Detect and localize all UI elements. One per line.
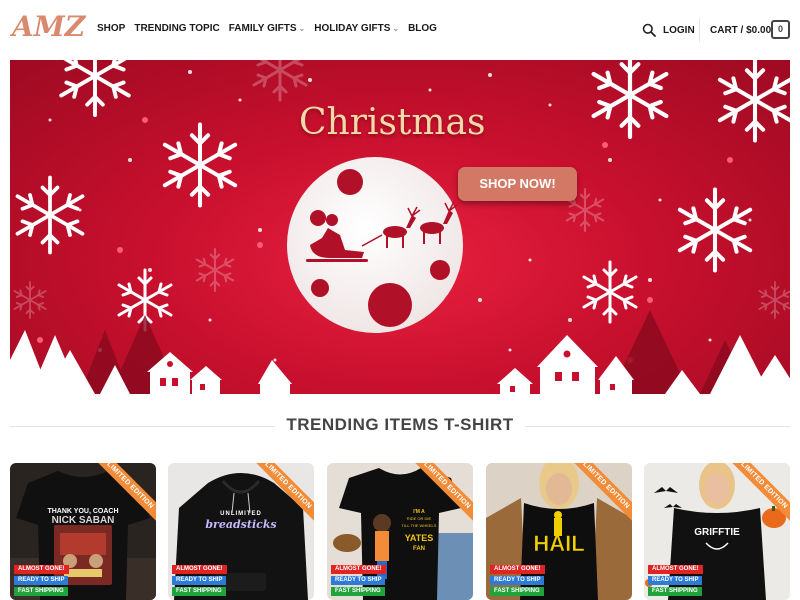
almost-gone-badge: ALMOST GONE! (490, 565, 545, 574)
svg-text:TILL THE WHEELS: TILL THE WHEELS (402, 523, 437, 528)
product-card[interactable]: UNLIMITED breadsticks LIMITED EDITION AL… (168, 463, 314, 600)
fast-shipping-badge: FAST SHIPPING (14, 587, 68, 596)
svg-text:RIDE OR DIE: RIDE OR DIE (407, 516, 432, 521)
nav-label: SHOP (97, 23, 126, 34)
tshirt-print-text: YATES (405, 533, 434, 543)
tshirt-print-text: breadsticks (205, 518, 276, 531)
nav-label: BLOG (408, 23, 437, 34)
product-badges: ALMOST GONE! READY TO SHIP FAST SHIPPING (331, 565, 386, 596)
fast-shipping-badge: FAST SHIPPING (331, 587, 385, 596)
almost-gone-badge: ALMOST GONE! (648, 565, 703, 574)
shop-now-button[interactable]: SHOP NOW! (458, 167, 577, 201)
nav-label: FAMILY GIFTS (228, 23, 297, 34)
christmas-banner[interactable]: Christmas SHOP NOW! (10, 60, 790, 394)
nav-item-family-gifts[interactable]: FAMILY GIFTS ⌄ (229, 23, 306, 34)
product-badges: ALMOST GONE! READY TO SHIP FAST SHIPPING (490, 565, 545, 596)
main-nav: SHOP TRENDING TOPIC FAMILY GIFTS ⌄ HOLIDA… (97, 23, 446, 34)
nav-label: TRENDING TOPIC (134, 23, 220, 34)
chevron-down-icon: ⌄ (298, 24, 306, 33)
fast-shipping-badge: FAST SHIPPING (490, 587, 544, 596)
nav-item-trending-topic[interactable]: TRENDING TOPIC (134, 23, 219, 34)
product-card[interactable]: GRIFFTIE LIMITED EDITION ALMOST GONE! RE… (644, 463, 790, 600)
svg-text:I'M A: I'M A (413, 509, 425, 515)
tshirt-print-text: FAN (413, 546, 425, 552)
nav-item-holiday-gifts[interactable]: HOLIDAY GIFTS ⌄ (314, 23, 399, 34)
nav-item-shop[interactable]: SHOP (97, 23, 125, 34)
ready-to-ship-badge: READY TO SHIP (648, 576, 703, 585)
fast-shipping-badge: FAST SHIPPING (172, 587, 226, 596)
fast-shipping-badge: FAST SHIPPING (648, 587, 702, 596)
site-header: AMZ SHOP TRENDING TOPIC FAMILY GIFTS ⌄ HO… (0, 0, 800, 60)
almost-gone-badge: ALMOST GONE! (331, 565, 386, 574)
banner-title: Christmas (299, 102, 486, 143)
product-card[interactable]: HAIL LIMITED EDITION ALMOST GONE! READY … (486, 463, 632, 600)
tshirt-print-text: THANK YOU, COACH (47, 508, 118, 515)
section-divider-right (525, 426, 790, 427)
site-logo[interactable]: AMZ (12, 10, 85, 43)
login-link[interactable]: LOGIN (663, 25, 695, 36)
product-badges: ALMOST GONE! READY TO SHIP FAST SHIPPING (14, 565, 69, 596)
header-divider (699, 18, 700, 42)
product-card[interactable]: THANK YOU, COACH NICK SABAN LIMITED EDIT… (10, 463, 156, 600)
ready-to-ship-badge: READY TO SHIP (331, 576, 386, 585)
almost-gone-badge: ALMOST GONE! (172, 565, 227, 574)
section-divider-left (10, 426, 275, 427)
chevron-down-icon: ⌄ (392, 24, 400, 33)
search-icon[interactable] (642, 23, 656, 37)
tshirt-print-text: GRIFFTIE (694, 527, 740, 538)
cart-link[interactable]: CART / $0.00 (710, 25, 771, 36)
almost-gone-badge: ALMOST GONE! (14, 565, 69, 574)
ready-to-ship-badge: READY TO SHIP (14, 576, 69, 585)
nav-item-blog[interactable]: BLOG (408, 23, 437, 34)
section-title: TRENDING ITEMS T-SHIRT (286, 415, 514, 434)
product-card[interactable]: I'M A RIDE OR DIE TILL THE WHEELS YATES … (327, 463, 473, 600)
ready-to-ship-badge: READY TO SHIP (172, 576, 227, 585)
product-badges: ALMOST GONE! READY TO SHIP FAST SHIPPING (648, 565, 703, 596)
tshirt-print-text: NICK SABAN (52, 515, 115, 526)
product-badges: ALMOST GONE! READY TO SHIP FAST SHIPPING (172, 565, 227, 596)
ready-to-ship-badge: READY TO SHIP (490, 576, 545, 585)
tshirt-print-text: UNLIMITED (220, 511, 262, 517)
cart-count-badge[interactable]: 0 (771, 20, 790, 39)
nav-label: HOLIDAY GIFTS (314, 23, 391, 34)
